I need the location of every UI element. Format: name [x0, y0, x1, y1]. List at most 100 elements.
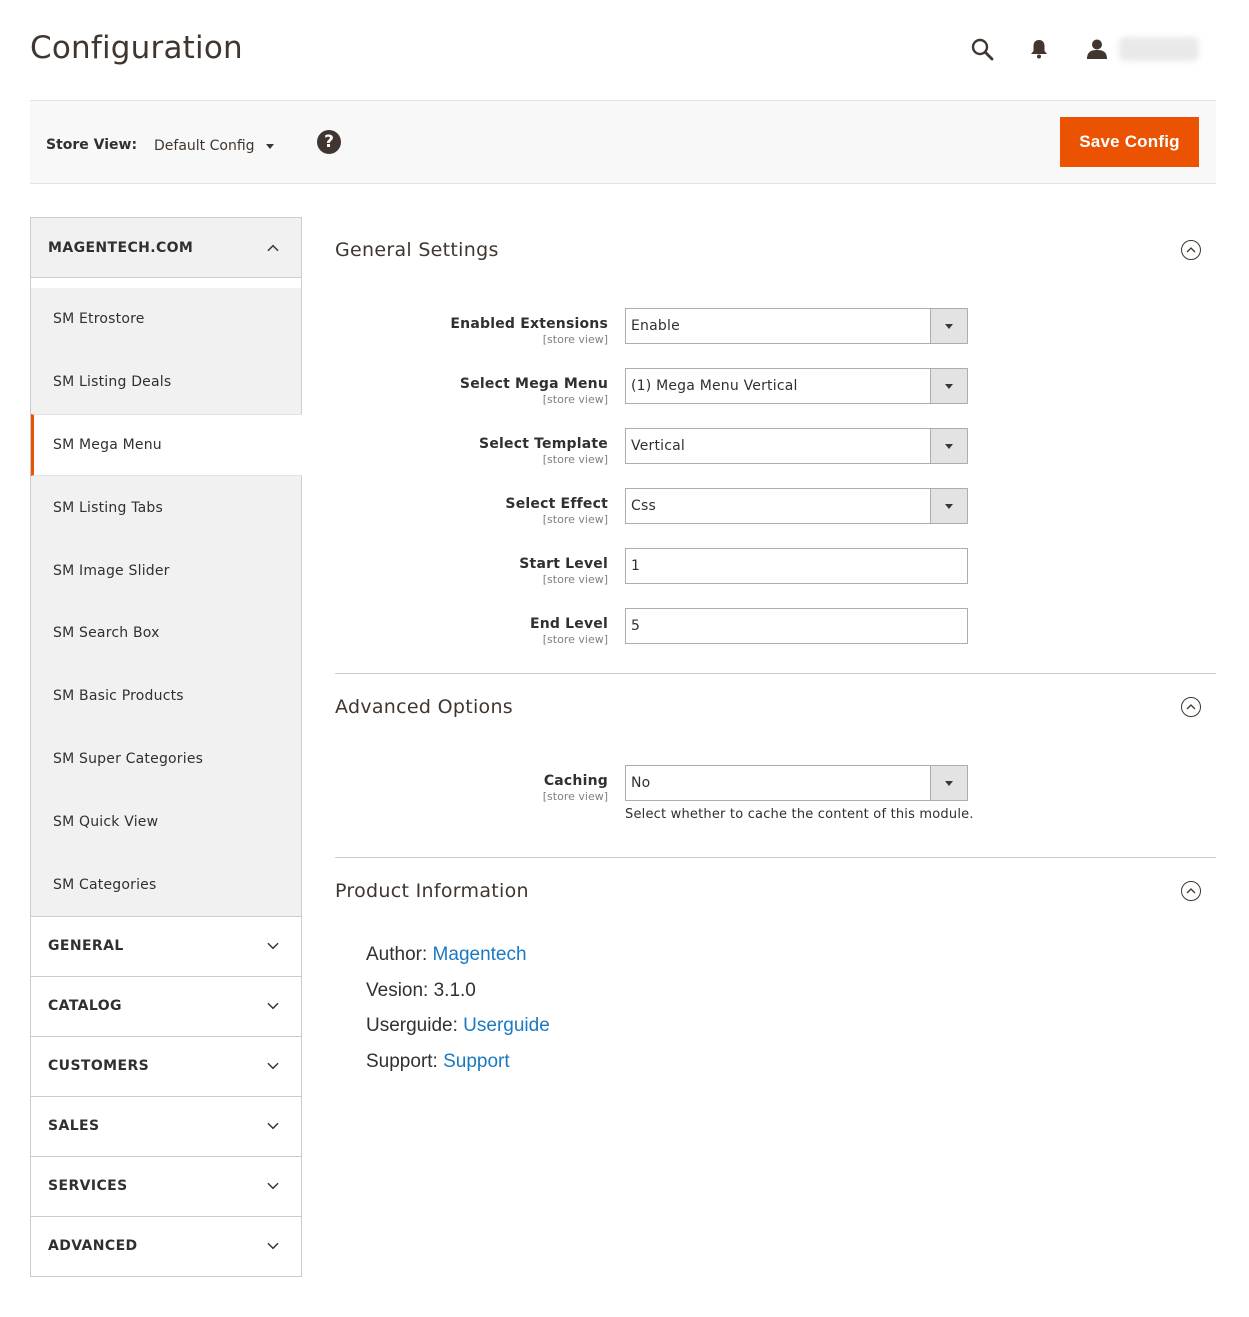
dropdown-arrow-icon	[930, 369, 967, 403]
dropdown-arrow-icon	[930, 489, 967, 523]
author-link[interactable]: Magentech	[433, 944, 527, 965]
page-title: Configuration	[30, 30, 243, 66]
config-sidebar: MAGENTECH.COM SM Etrostore SM Listing De…	[30, 217, 302, 1277]
sidebar-section-label: GENERAL	[48, 938, 124, 955]
field-row-start-level: Start Level [store view] 1	[335, 548, 1216, 608]
end-level-input[interactable]: 5	[625, 608, 968, 644]
field-label-text: End Level	[529, 616, 608, 632]
select-effect-select[interactable]: Css	[625, 488, 968, 524]
field-row-enabled-extensions: Enabled Extensions [store view] Enable	[335, 308, 1216, 368]
sidebar-section-magentech[interactable]: MAGENTECH.COM	[31, 218, 301, 278]
caching-select[interactable]: No	[625, 765, 968, 801]
field-row-select-template: Select Template [store view] Vertical	[335, 428, 1216, 488]
field-scope: [store view]	[542, 633, 608, 646]
sidebar-item-sm-search-box[interactable]: SM Search Box	[31, 602, 301, 665]
store-view-switcher[interactable]: Default Config	[154, 138, 274, 154]
input-value: 5	[631, 618, 641, 634]
enabled-extensions-select[interactable]: Enable	[625, 308, 968, 344]
sidebar-item-sm-super-categories[interactable]: SM Super Categories	[31, 728, 301, 791]
sidebar-section-label: CUSTOMERS	[48, 1058, 150, 1075]
field-label-text: Select Template	[479, 436, 608, 452]
sidebar-items: SM Etrostore SM Listing Deals SM Mega Me…	[31, 288, 302, 917]
sidebar-item-sm-categories[interactable]: SM Categories	[31, 853, 301, 916]
select-template-select[interactable]: Vertical	[625, 428, 968, 464]
sidebar-item-sm-etrostore[interactable]: SM Etrostore	[31, 288, 301, 351]
collapse-up-icon[interactable]	[1181, 697, 1201, 717]
field-label-text: Enabled Extensions	[450, 316, 608, 332]
field-scope: [store view]	[542, 513, 608, 526]
product-information-header[interactable]: Product Information	[335, 858, 1216, 924]
field-row-select-effect: Select Effect [store view] Css	[335, 488, 1216, 548]
field-scope: [store view]	[542, 333, 608, 346]
field-label-text: Select Mega Menu	[459, 376, 608, 392]
userguide-link[interactable]: Userguide	[463, 1015, 550, 1036]
sidebar-item-sm-image-slider[interactable]: SM Image Slider	[31, 539, 301, 602]
select-mega-menu-select[interactable]: (1) Mega Menu Vertical	[625, 368, 968, 404]
field-label: Start Level [store view]	[519, 556, 608, 586]
field-scope: [store view]	[542, 573, 608, 586]
store-view-bar: Store View: Default Config ? Save Config	[30, 100, 1216, 184]
caret-down-icon	[265, 143, 274, 149]
select-value: Enable	[631, 318, 680, 334]
version-line: Vesion: 3.1.0	[366, 979, 476, 1001]
sidebar-section-advanced[interactable]: ADVANCED	[31, 1216, 301, 1277]
field-label: Enabled Extensions [store view]	[450, 316, 608, 346]
sidebar-item-sm-listing-deals[interactable]: SM Listing Deals	[31, 351, 301, 414]
chevron-down-icon	[267, 1000, 279, 1012]
sidebar-section-sales[interactable]: SALES	[31, 1096, 301, 1157]
sidebar-section-customers[interactable]: CUSTOMERS	[31, 1036, 301, 1097]
dropdown-arrow-icon	[930, 309, 967, 343]
sidebar-section-label: SERVICES	[48, 1178, 128, 1195]
help-icon[interactable]: ?	[317, 130, 341, 154]
dropdown-arrow-icon	[930, 766, 967, 800]
field-label: Select Template [store view]	[479, 436, 608, 466]
advanced-options-header[interactable]: Advanced Options	[335, 674, 1216, 740]
support-link[interactable]: Support	[443, 1051, 510, 1072]
chevron-down-icon	[267, 1180, 279, 1192]
select-value: Vertical	[631, 438, 686, 454]
start-level-input[interactable]: 1	[625, 548, 968, 584]
chevron-down-icon	[267, 1120, 279, 1132]
bell-icon[interactable]	[1024, 34, 1054, 64]
sidebar-section-label: SALES	[48, 1118, 100, 1135]
userguide-line: Userguide: Userguide	[366, 1015, 1216, 1051]
sidebar-section-label: MAGENTECH.COM	[48, 239, 194, 256]
store-view-label: Store View:	[46, 137, 138, 153]
field-row-caching: Caching [store view] No Select whether t…	[335, 765, 1216, 857]
general-settings-header[interactable]: General Settings	[335, 217, 1216, 283]
product-information-section: Product Information Author: Magentech Ve…	[335, 857, 1216, 1086]
sidebar-item-sm-mega-menu[interactable]: SM Mega Menu	[31, 413, 302, 477]
field-scope: [store view]	[542, 790, 608, 803]
section-title: General Settings	[335, 239, 499, 261]
collapse-up-icon[interactable]	[1181, 881, 1201, 901]
search-icon[interactable]	[967, 34, 997, 64]
field-label: End Level [store view]	[530, 616, 608, 646]
chevron-up-icon	[267, 242, 279, 254]
author-line: Author: Magentech	[366, 944, 1216, 980]
sidebar-section-label: CATALOG	[48, 998, 122, 1015]
sidebar-section-general[interactable]: GENERAL	[31, 916, 301, 977]
collapse-up-icon[interactable]	[1181, 240, 1201, 260]
field-label-text: Caching	[543, 773, 608, 789]
sidebar-section-services[interactable]: SERVICES	[31, 1156, 301, 1217]
field-label: Caching [store view]	[543, 773, 608, 803]
chevron-down-icon	[267, 1060, 279, 1072]
field-label-text: Select Effect	[505, 496, 608, 512]
field-label: Select Mega Menu [store view]	[460, 376, 608, 406]
advanced-options-section: Advanced Options Caching [store view] No…	[335, 673, 1216, 857]
field-row-select-mega-menu: Select Mega Menu [store view] (1) Mega M…	[335, 368, 1216, 428]
select-value: Css	[631, 498, 656, 514]
user-icon[interactable]	[1082, 34, 1112, 64]
field-row-end-level: End Level [store view] 5	[335, 608, 1216, 668]
sidebar-item-sm-quick-view[interactable]: SM Quick View	[31, 790, 301, 853]
section-title: Advanced Options	[335, 696, 513, 718]
support-label: Support:	[366, 1050, 438, 1072]
save-config-button[interactable]: Save Config	[1060, 117, 1199, 167]
sidebar-section-catalog[interactable]: CATALOG	[31, 976, 301, 1037]
user-name-blurred[interactable]	[1119, 37, 1199, 61]
sidebar-item-sm-listing-tabs[interactable]: SM Listing Tabs	[31, 476, 301, 539]
config-main: General Settings Enabled Extensions [sto…	[335, 217, 1216, 1086]
sidebar-item-sm-basic-products[interactable]: SM Basic Products	[31, 665, 301, 728]
field-label: Select Effect [store view]	[505, 496, 608, 526]
input-value: 1	[631, 558, 641, 574]
